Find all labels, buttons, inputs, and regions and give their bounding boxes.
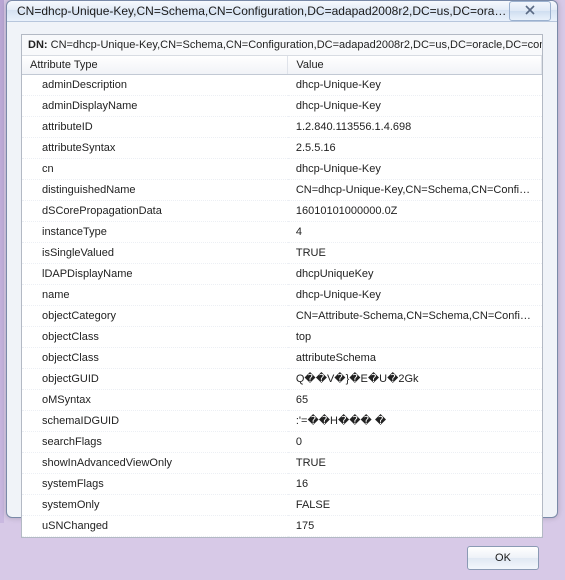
table-row[interactable]: isSingleValuedTRUE [22,243,542,264]
attr-value-cell: dhcp-Unique-Key [288,159,542,180]
attr-name-cell: instanceType [22,222,288,243]
attr-value-cell: 4 [288,222,542,243]
titlebar[interactable]: CN=dhcp-Unique-Key,CN=Schema,CN=Configur… [7,1,557,22]
attr-name-cell: systemOnly [22,495,288,516]
attr-value-cell: TRUE [288,243,542,264]
attr-name-cell: isSingleValued [22,243,288,264]
attr-name-cell: oMSyntax [22,390,288,411]
attr-name-cell: adminDisplayName [22,96,288,117]
table-row[interactable]: dSCorePropagationData16010101000000.0Z [22,201,542,222]
attr-value-cell: TRUE [288,453,542,474]
attr-name-cell: schemaIDGUID [22,411,288,432]
attr-name-cell: dSCorePropagationData [22,201,288,222]
attr-value-cell: CN=dhcp-Unique-Key,CN=Schema,CN=Configur… [288,180,542,201]
button-row: OK [21,538,543,572]
attribute-panel: DN: CN=dhcp-Unique-Key,CN=Schema,CN=Conf… [21,34,543,538]
attribute-table: Attribute Type Value adminDescriptiondhc… [22,56,542,537]
table-row[interactable]: objectGUIDQ��V�}�E�U�2Gk [22,369,542,390]
attr-name-cell: cn [22,159,288,180]
table-row[interactable]: namedhcp-Unique-Key [22,285,542,306]
attr-value-cell: dhcpUniqueKey [288,264,542,285]
attr-name-cell: objectGUID [22,369,288,390]
attr-value-cell: 65 [288,390,542,411]
table-row[interactable]: showInAdvancedViewOnlyTRUE [22,453,542,474]
table-row[interactable]: adminDisplayNamedhcp-Unique-Key [22,96,542,117]
dialog-window: CN=dhcp-Unique-Key,CN=Schema,CN=Configur… [6,0,558,518]
attr-value-cell: 175 [288,516,542,537]
attr-value-cell: 1.2.840.113556.1.4.698 [288,117,542,138]
table-row[interactable]: systemOnlyFALSE [22,495,542,516]
attr-name-cell: objectCategory [22,306,288,327]
close-icon [525,5,535,18]
table-row[interactable]: objectClassattributeSchema [22,348,542,369]
attr-name-cell: attributeSyntax [22,138,288,159]
table-row[interactable]: cndhcp-Unique-Key [22,159,542,180]
attr-value-cell: Q��V�}�E�U�2Gk [288,369,542,390]
table-row[interactable]: objectCategoryCN=Attribute-Schema,CN=Sch… [22,306,542,327]
attr-value-cell: :'=��H��� � [288,411,542,432]
attr-value-cell: 0 [288,432,542,453]
attr-name-cell: adminDescription [22,75,288,96]
attr-name-cell: uSNChanged [22,516,288,537]
attr-name-cell: objectClass [22,327,288,348]
table-row[interactable]: adminDescriptiondhcp-Unique-Key [22,75,542,96]
dn-row: DN: CN=dhcp-Unique-Key,CN=Schema,CN=Conf… [22,35,542,56]
table-row[interactable]: searchFlags0 [22,432,542,453]
attr-name-cell: lDAPDisplayName [22,264,288,285]
table-row[interactable]: attributeSyntax2.5.5.16 [22,138,542,159]
attr-value-cell: attributeSchema [288,348,542,369]
attr-value-cell: CN=Attribute-Schema,CN=Schema,CN=Configu… [288,306,542,327]
table-row[interactable]: systemFlags16 [22,474,542,495]
table-row[interactable]: objectClasstop [22,327,542,348]
table-row[interactable]: distinguishedNameCN=dhcp-Unique-Key,CN=S… [22,180,542,201]
attr-name-cell: showInAdvancedViewOnly [22,453,288,474]
attr-value-cell: 16010101000000.0Z [288,201,542,222]
col-value[interactable]: Value [288,56,542,75]
table-row[interactable]: lDAPDisplayNamedhcpUniqueKey [22,264,542,285]
window-title: CN=dhcp-Unique-Key,CN=Schema,CN=Configur… [17,4,509,18]
table-row[interactable]: oMSyntax65 [22,390,542,411]
attr-name-cell: searchFlags [22,432,288,453]
attr-value-cell: dhcp-Unique-Key [288,96,542,117]
table-row[interactable]: uSNChanged175 [22,516,542,537]
table-row[interactable]: schemaIDGUID:'=��H��� � [22,411,542,432]
table-row[interactable]: instanceType4 [22,222,542,243]
dialog-body: DN: CN=dhcp-Unique-Key,CN=Schema,CN=Conf… [7,22,557,580]
attr-value-cell: dhcp-Unique-Key [288,75,542,96]
attr-value-cell: FALSE [288,495,542,516]
attr-name-cell: name [22,285,288,306]
attr-value-cell: 16 [288,474,542,495]
dn-value: CN=dhcp-Unique-Key,CN=Schema,CN=Configur… [51,39,542,51]
attr-name-cell: systemFlags [22,474,288,495]
attribute-table-scroll[interactable]: Attribute Type Value adminDescriptiondhc… [22,56,542,537]
attr-name-cell: distinguishedName [22,180,288,201]
dn-label: DN: [28,39,48,51]
attr-value-cell: top [288,327,542,348]
col-attribute-type[interactable]: Attribute Type [22,56,288,75]
attr-value-cell: 2.5.5.16 [288,138,542,159]
ok-button[interactable]: OK [467,546,539,570]
attr-value-cell: dhcp-Unique-Key [288,285,542,306]
table-row[interactable]: attributeID1.2.840.113556.1.4.698 [22,117,542,138]
attr-name-cell: attributeID [22,117,288,138]
attr-name-cell: objectClass [22,348,288,369]
close-button[interactable] [509,1,551,21]
